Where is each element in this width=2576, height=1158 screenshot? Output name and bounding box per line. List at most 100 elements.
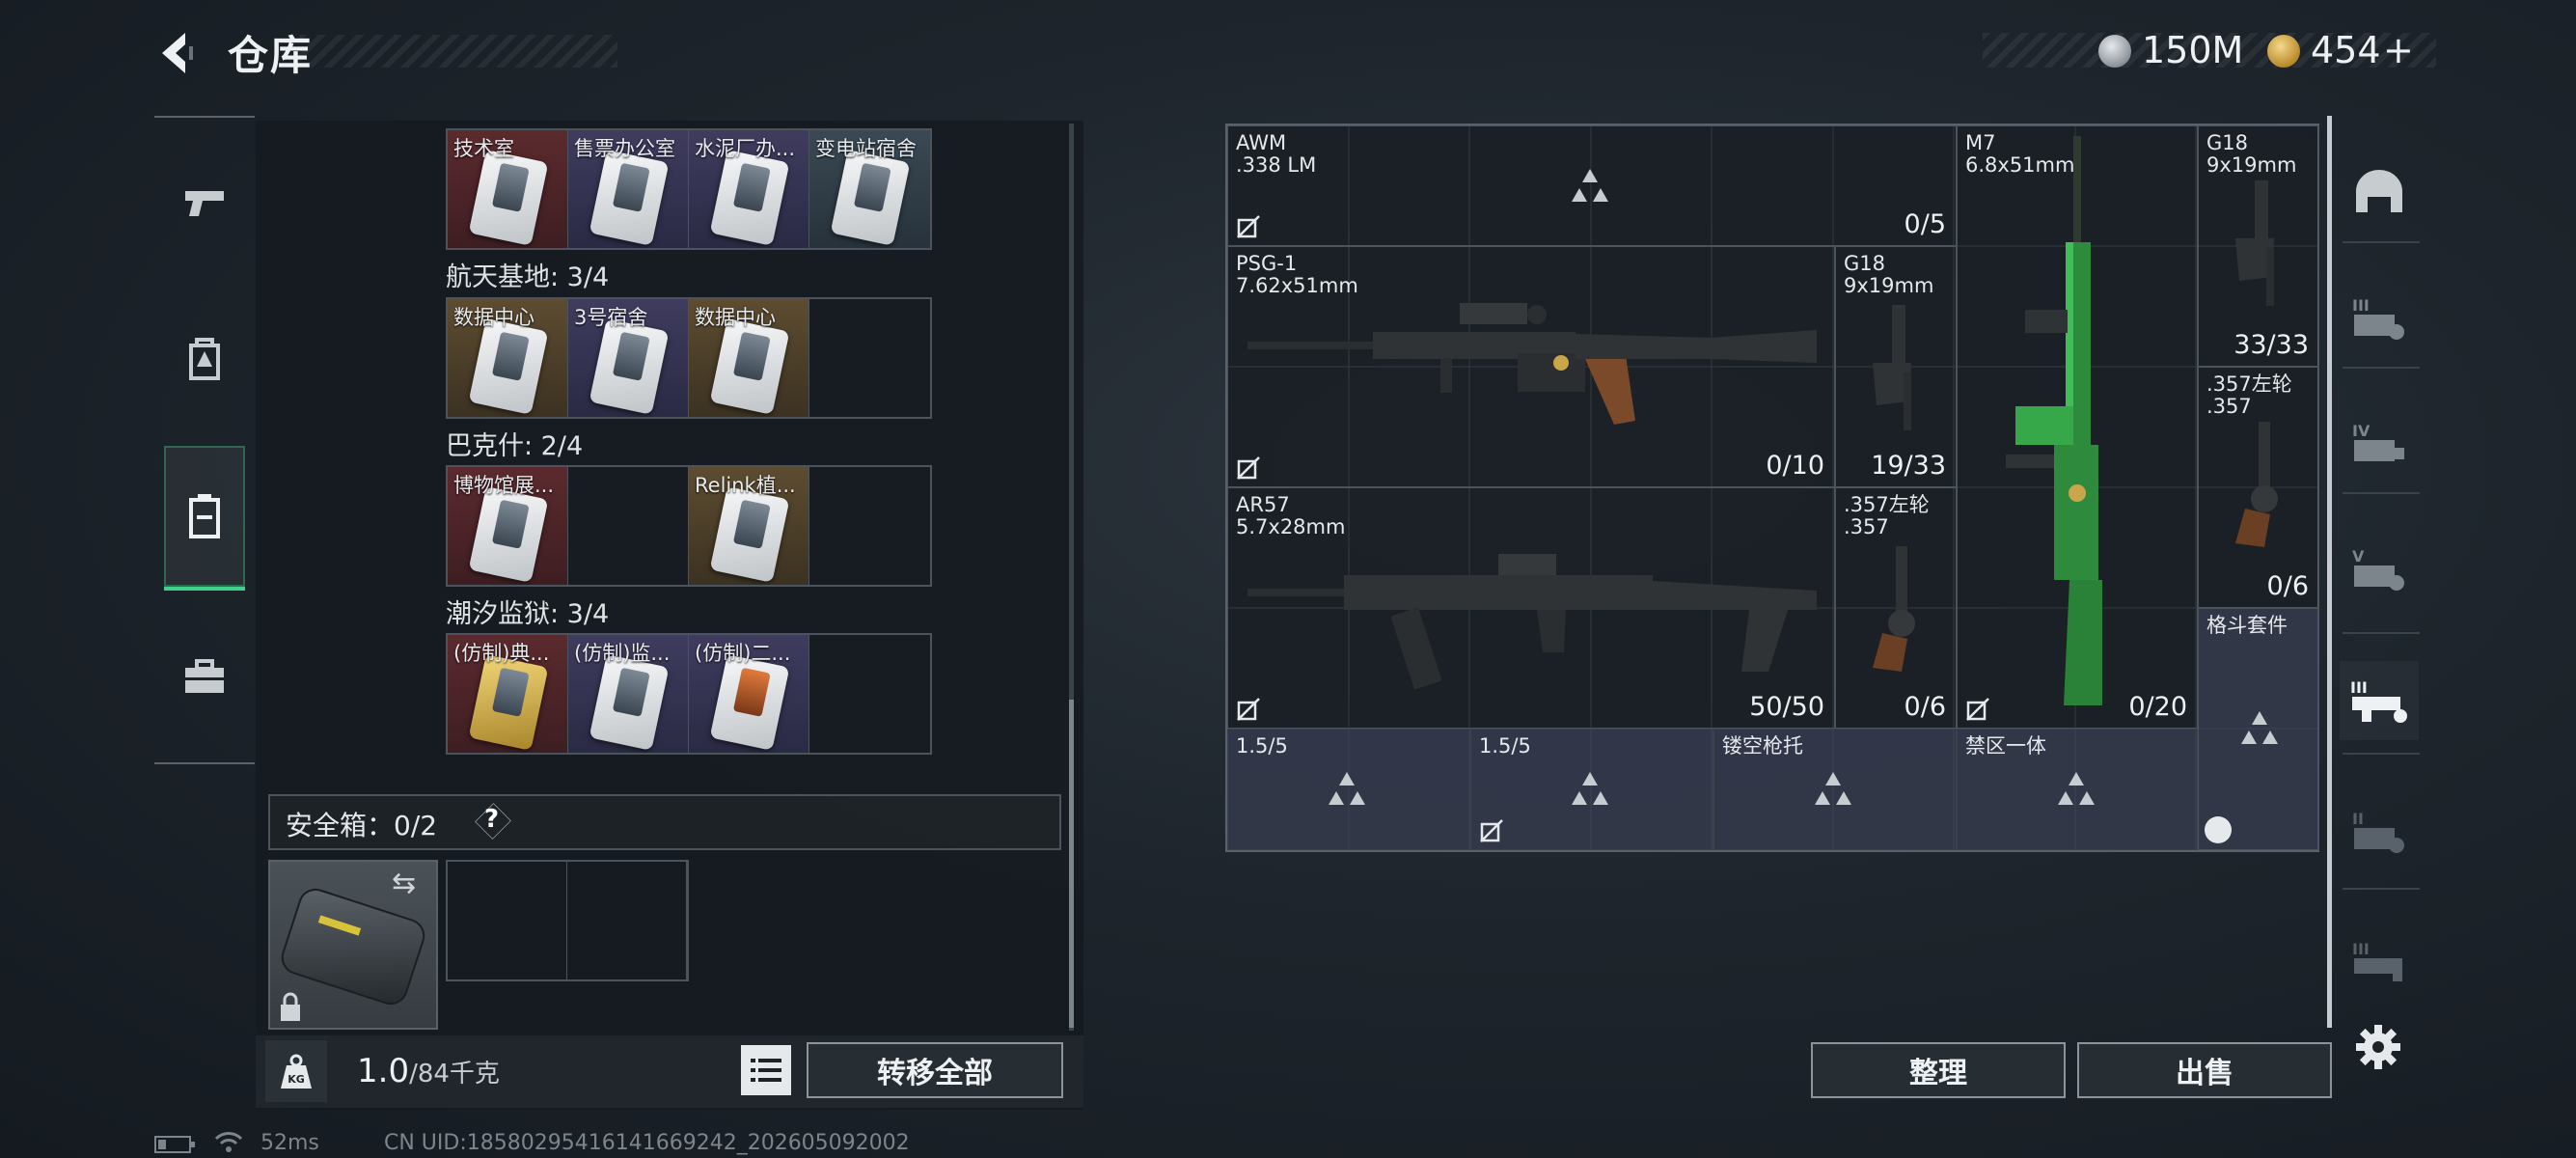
ammo-count: 0/6	[2266, 571, 2309, 601]
nav-separator	[2343, 492, 2420, 494]
melee-kit-name: 格斗套件	[2206, 614, 2288, 637]
briefcase-icon	[185, 659, 224, 693]
add-currency-button[interactable]: +	[2383, 29, 2414, 71]
ammo-count: 50/50	[1749, 692, 1824, 722]
list-view-button[interactable]	[741, 1045, 791, 1095]
silver-coin-icon	[2098, 35, 2131, 68]
keycard-icon	[589, 318, 670, 415]
svg-text:III: III	[2350, 678, 2368, 697]
weapon-cell-revolver[interactable]: .357左轮 .357 0/6	[1835, 487, 1957, 729]
keycard-icon	[468, 486, 549, 583]
nav-armor-tier4-tab[interactable]: IV	[2340, 403, 2419, 482]
keycard-row: 数据中心 3号宿舍 数据中心	[446, 297, 932, 419]
nav-weapons-tab[interactable]	[164, 162, 245, 243]
wifi-icon	[214, 1132, 243, 1152]
nav-armor-tier2-tab[interactable]: II	[2340, 791, 2419, 870]
title-stripe-decoration	[299, 35, 617, 68]
keycard-row: 博物馆展... Relink植...	[446, 465, 932, 587]
svg-text:V: V	[2352, 547, 2365, 565]
gold-currency-amount: 454	[2311, 29, 2381, 71]
transfer-all-button[interactable]: 转移全部	[807, 1042, 1063, 1098]
keycard-slot[interactable]: Relink植...	[689, 467, 809, 585]
gear-icon[interactable]	[2354, 1023, 2402, 1071]
attachment-slot[interactable]: 1.5/5	[1227, 729, 1470, 850]
svg-text:III: III	[2352, 940, 2370, 958]
nav-armor-tier3-tab[interactable]: III	[2340, 278, 2419, 357]
keycard-icon	[709, 318, 790, 415]
keycard-slot[interactable]: 技术室	[448, 130, 568, 248]
weapon-name: G18 9x19mm	[1844, 252, 1934, 298]
weapon-name: PSG-1 7.62x51mm	[1236, 252, 1358, 298]
right-scrollbar[interactable]	[2327, 116, 2332, 1028]
keycard-slot[interactable]: 博物馆展...	[448, 467, 568, 585]
clock-icon	[2205, 816, 2232, 843]
nav-backpack-tab[interactable]	[164, 318, 245, 400]
keycard-slot[interactable]: (仿制)典...	[448, 635, 568, 753]
keycard-icon	[830, 150, 911, 246]
svg-text:IV: IV	[2352, 422, 2370, 440]
weapon-cell-g18[interactable]: G18 9x19mm 33/33	[2198, 125, 2319, 367]
no-slot-icon	[1480, 819, 1503, 842]
back-arrow-icon[interactable]	[154, 29, 206, 77]
nav-briefcase-tab[interactable]	[164, 637, 245, 718]
tier4-armor-icon: IV	[2352, 422, 2404, 461]
ar57-rifle-icon	[1247, 554, 1817, 690]
keycard-slot-empty[interactable]	[568, 467, 689, 585]
keycard-slot[interactable]: 水泥厂办...	[689, 130, 809, 248]
attachment-slot[interactable]: 镂空枪托	[1713, 729, 1957, 850]
keycard-slot[interactable]: (仿制)监...	[568, 635, 689, 753]
uid-readout: CN UID:18580295416141669242_202605092002	[384, 1131, 910, 1155]
swap-icon[interactable]: ⇆	[392, 867, 416, 900]
m7-rifle-icon	[2006, 136, 2102, 705]
help-button[interactable]: ?	[484, 805, 499, 834]
attachment-slot[interactable]: 禁区一体	[1957, 729, 2198, 850]
weapon-name: .357左轮 .357	[2206, 372, 2292, 419]
weapon-cell-m7[interactable]: M7 6.8x51mm 0/20	[1957, 125, 2198, 729]
keycard-row: 技术室 售票办公室 水泥厂办... 变电站宿舍	[446, 128, 932, 250]
nav-separator	[2343, 888, 2420, 890]
keycard-row: (仿制)典... (仿制)监... (仿制)二...	[446, 633, 932, 755]
weapon-cell-g18[interactable]: G18 9x19mm 19/33	[1835, 246, 1957, 487]
sell-button[interactable]: 出售	[2077, 1042, 2332, 1098]
left-scrollbar-thumb[interactable]	[1069, 700, 1074, 1028]
nav-gun-tier3-tab[interactable]: III	[2340, 661, 2419, 740]
nav-helmet-tab[interactable]	[2340, 152, 2419, 232]
nav-separator	[2343, 367, 2420, 369]
nav-storage-tab[interactable]	[164, 446, 245, 591]
silver-currency-amount: 150M	[2142, 29, 2244, 71]
keycard-slot-empty[interactable]	[809, 299, 930, 417]
weapon-cell-psg1[interactable]: PSG-1 7.62x51mm 0/10	[1227, 246, 1835, 487]
weapon-cell-awm[interactable]: AWM .338 LM 0/5	[1227, 125, 1957, 246]
keycard-slot[interactable]: 数据中心	[689, 299, 809, 417]
weight-value: 1.0	[357, 1052, 410, 1090]
weapon-name: M7 6.8x51mm	[1965, 131, 2075, 178]
empty-item-placeholder-icon	[1572, 169, 1608, 202]
nav-armor-tier3b-tab[interactable]: III	[2340, 922, 2419, 1001]
nav-armor-tier5-tab[interactable]: V	[2340, 529, 2419, 608]
attachment-slot[interactable]: 1.5/5	[1470, 729, 1713, 850]
keycard-slot[interactable]: 售票办公室	[568, 130, 689, 248]
no-slot-icon	[1237, 456, 1260, 480]
sort-button[interactable]: 整理	[1811, 1042, 2066, 1098]
safe-box-empty-slots[interactable]	[446, 860, 689, 981]
keycard-slot[interactable]: 3号宿舍	[568, 299, 689, 417]
keycard-slot-empty[interactable]	[809, 635, 930, 753]
weapon-cell-ar57[interactable]: AR57 5.7x28mm 50/50	[1227, 487, 1835, 729]
g18-pistol-icon	[1873, 305, 1911, 430]
safe-box-label: 安全箱：0/2	[286, 810, 438, 841]
list-icon	[751, 1059, 781, 1082]
ammo-count: 0/5	[1904, 209, 1946, 239]
backpack-icon	[189, 338, 220, 380]
ammo-count: 0/6	[1904, 692, 1946, 722]
keycard-slot[interactable]: 变电站宿舍	[809, 130, 930, 248]
keycard-group-label: 巴克什: 2/4	[446, 431, 584, 461]
weapon-cell-revolver[interactable]: .357左轮 .357 0/6	[2198, 367, 2319, 608]
keycard-slot[interactable]: 数据中心	[448, 299, 568, 417]
keycard-slot-empty[interactable]	[809, 467, 930, 585]
keycard-icon	[468, 318, 549, 415]
g18-pistol-icon	[2235, 180, 2274, 306]
melee-kit-cell[interactable]: 格斗套件	[2198, 608, 2319, 850]
keycard-slot[interactable]: (仿制)二...	[689, 635, 809, 753]
empty-item-placeholder-icon	[2058, 772, 2095, 805]
weight-readout: 1.0/84千克	[357, 1052, 500, 1090]
